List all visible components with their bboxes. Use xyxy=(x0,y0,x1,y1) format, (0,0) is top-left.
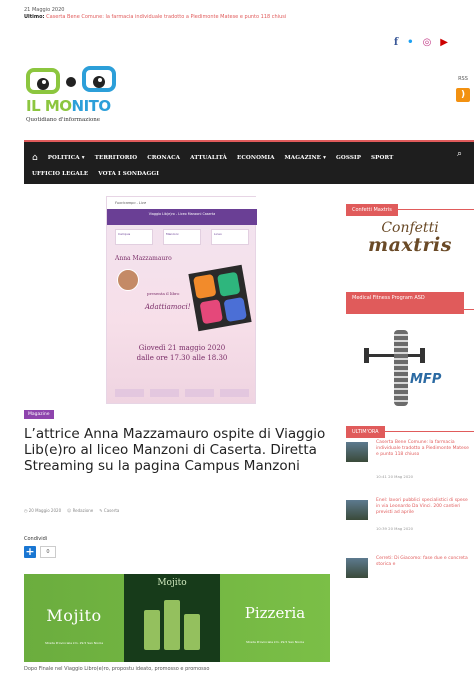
home-icon[interactable]: ⌂ xyxy=(32,153,38,163)
facebook-icon[interactable]: f xyxy=(394,38,398,48)
poster-band: Viaggio Lib(e)ro - Liceo Manzoni Caserta xyxy=(107,209,257,225)
breaking-news-label: Ultimo: xyxy=(24,14,45,20)
article-featured-image[interactable]: Fuoricampo - Live Viaggio Lib(e)ro - Lic… xyxy=(106,196,257,404)
nav-item-sondaggi[interactable]: VOTA I SONDAGGI xyxy=(98,171,159,177)
article-title: L’attrice Anna Mazzamauro ospite di Viag… xyxy=(24,426,326,474)
widget-title-confetti: Confetti Maxtris xyxy=(346,196,474,216)
poster-header: Fuoricampo - Live xyxy=(107,197,257,209)
youtube-icon[interactable]: ▶ xyxy=(440,38,448,48)
news-date: 10:39 20 Mag 2020 xyxy=(376,526,414,531)
nav-item-gossip[interactable]: GOSSIP xyxy=(336,155,361,161)
ad-center-panel: Mojito xyxy=(124,574,220,662)
share-count: 0 xyxy=(40,546,56,558)
poster-footer xyxy=(115,389,249,397)
poster-guest-name: Anna Mazzamauro xyxy=(115,255,172,262)
nav-item-attualita[interactable]: ATTUALITÀ xyxy=(190,155,227,161)
nav-item-magazine[interactable]: MAGAZINE ▾ xyxy=(285,155,326,161)
news-title[interactable]: Caserta Bene Comune: la farmacia individ… xyxy=(376,440,472,458)
news-title[interactable]: Enel: lavori pubblici specialistici di s… xyxy=(376,498,472,516)
nav-item-cronaca[interactable]: CRONACA xyxy=(147,155,180,161)
ad-brand-right: Pizzeria xyxy=(244,604,306,622)
logo-bubble-left xyxy=(26,68,60,94)
category-badge[interactable]: Magazine xyxy=(24,410,54,419)
poster-book-title: Adattiamoci! xyxy=(145,303,191,311)
widget-title-mfp: Medical Fitness Program ASD xyxy=(346,284,474,314)
nav-item-ufficio-legale[interactable]: UFFICIO LEGALE xyxy=(32,171,88,177)
guest-avatar xyxy=(117,269,139,291)
poster-logo-b: Manzoni xyxy=(163,229,201,245)
article-author[interactable]: ☺ Redazione xyxy=(67,508,93,513)
nav-item-economia[interactable]: ECONOMIA xyxy=(237,155,275,161)
news-date: 10:41 20 Mag 2020 xyxy=(376,474,414,479)
confetti-maxtris-ad[interactable]: Confetti maxtris xyxy=(346,210,474,284)
poster-event-time: Giovedì 21 maggio 2020 dalle ore 17.30 a… xyxy=(136,344,228,362)
site-name: IL MONITO xyxy=(26,97,111,115)
news-thumbnail[interactable] xyxy=(346,500,368,520)
breaking-news: Ultimo: Caserta Bene Comune: la farmacia… xyxy=(24,14,450,21)
nav-row-2: UFFICIO LEGALE VOTA I SONDAGGI xyxy=(32,166,464,182)
mfp-ad[interactable]: MFP xyxy=(346,310,474,418)
sidebar: Confetti Maxtris Confetti maxtris Medica… xyxy=(346,196,474,606)
ad-drinks-image xyxy=(144,598,200,650)
logo-bubble-right xyxy=(82,66,116,92)
rss-feed[interactable]: RSS ) xyxy=(456,76,470,102)
poster-logo-c: Liceo xyxy=(211,229,249,245)
breaking-news-link[interactable]: Caserta Bene Comune: la farmacia individ… xyxy=(46,14,286,20)
news-item[interactable]: Caserta Bene Comune: la farmacia individ… xyxy=(346,438,474,490)
main-navigation: ⌂ POLITICA ▾ TERRITORIO CRONACA ATTUALIT… xyxy=(24,140,474,184)
nav-item-politica[interactable]: POLITICA ▾ xyxy=(48,155,85,161)
social-links: f • ◎ ▶ xyxy=(394,38,448,48)
share-label: Condividi xyxy=(24,536,48,542)
site-logo[interactable]: IL MONITO Quotidiano d'informazione xyxy=(22,64,132,130)
ad-address-left: Strada Provinciale km. 29.5 San Nicola xyxy=(44,641,104,645)
confetti-logo-line2: maxtris xyxy=(368,234,452,256)
logo-dot xyxy=(66,77,76,87)
spine-shape xyxy=(394,330,408,406)
nav-row-1: ⌂ POLITICA ▾ TERRITORIO CRONACA ATTUALIT… xyxy=(32,150,464,166)
share-plus-button[interactable]: + xyxy=(24,546,36,558)
article-tag[interactable]: ✎ Caserta xyxy=(99,508,119,513)
article-date[interactable]: ◷ 20 Maggio 2020 xyxy=(24,508,61,513)
news-item[interactable]: Cerreti: Di Giacomo: fase due e concreta… xyxy=(346,554,474,606)
current-date: 21 Maggio 2020 xyxy=(24,7,65,13)
news-thumbnail[interactable] xyxy=(346,558,368,578)
ad-brand-left: Mojito xyxy=(46,606,102,625)
poster-logos: Campus Manzoni Liceo xyxy=(115,229,249,245)
ad-right-panel: Pizzeria Strada Provinciale km. 29.5 San… xyxy=(220,574,330,662)
poster-subtitle: presenta il libro xyxy=(147,291,180,296)
rss-label: RSS xyxy=(458,76,468,82)
instagram-icon[interactable]: ◎ xyxy=(423,38,432,48)
mfp-logo-text: MFP xyxy=(410,372,442,387)
widget-title-ultimora: ULTIM'ORA xyxy=(346,418,474,438)
nav-item-sport[interactable]: SPORT xyxy=(371,155,393,161)
ad-address-right: Strada Provinciale km. 29.5 San Nicola xyxy=(245,640,305,644)
site-tagline: Quotidiano d'informazione xyxy=(26,117,101,123)
news-title[interactable]: Cerreti: Di Giacomo: fase due e concreta… xyxy=(376,556,472,568)
book-cover xyxy=(188,264,252,332)
article-excerpt: Dopo Finale nel Viaggio Libro(e)ro, prop… xyxy=(24,666,210,672)
news-item[interactable]: Enel: lavori pubblici specialistici di s… xyxy=(346,496,474,548)
nav-item-territorio[interactable]: TERRITORIO xyxy=(95,155,138,161)
ad-banner-mojito[interactable]: Mojito Strada Provinciale km. 29.5 San N… xyxy=(24,574,330,662)
news-thumbnail[interactable] xyxy=(346,442,368,462)
twitter-icon[interactable]: • xyxy=(407,38,413,48)
rss-icon[interactable]: ) xyxy=(456,88,470,102)
article-meta: ◷ 20 Maggio 2020 ☺ Redazione ✎ Caserta xyxy=(24,508,119,513)
ad-left-panel: Mojito Strada Provinciale km. 29.5 San N… xyxy=(24,574,124,662)
ad-brand-center: Mojito xyxy=(157,578,187,588)
share-widget: + 0 xyxy=(24,546,56,558)
poster-logo-a: Campus xyxy=(115,229,153,245)
top-bar: 21 Maggio 2020 Ultimo: Caserta Bene Comu… xyxy=(0,0,474,34)
search-icon[interactable]: ⌕ xyxy=(457,149,462,159)
